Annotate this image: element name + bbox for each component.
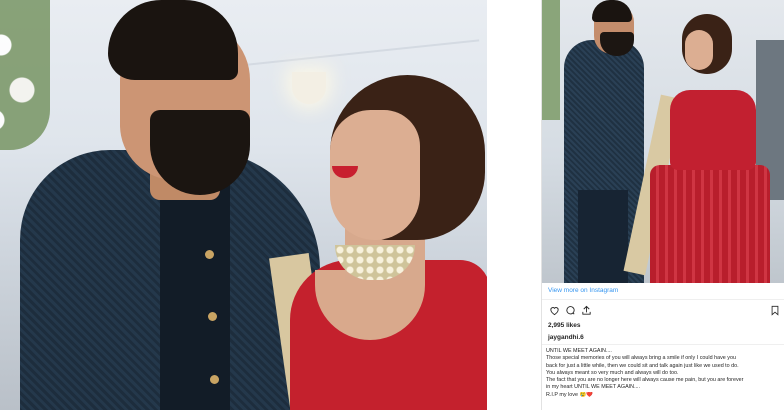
username-link[interactable]: jaygandhi.6 — [548, 334, 584, 341]
share-icon[interactable] — [580, 305, 592, 317]
action-bar — [548, 305, 781, 317]
woman-face — [685, 30, 713, 70]
main-photo — [0, 0, 487, 410]
caption-line: Those special memories of you will alway… — [546, 355, 736, 362]
post-photo[interactable] — [542, 0, 784, 283]
post-caption: UNTIL WE MEET AGAIN.... Those special me… — [546, 348, 782, 399]
instagram-embed: View more on Instagram 2,995 likes jayga… — [541, 0, 784, 410]
woman-skirt — [650, 165, 770, 283]
divider — [542, 344, 784, 345]
caption-line: R.I.P my love 😢❤️ — [546, 391, 593, 398]
man-legs — [578, 190, 628, 283]
flower-decoration — [542, 0, 560, 120]
likes-count[interactable]: 2,995 likes — [548, 322, 581, 329]
caption-line: UNTIL WE MEET AGAIN.... — [546, 348, 612, 354]
jacket-button — [208, 312, 217, 321]
spacer — [487, 0, 541, 410]
caption-line: You always meant so very much and always… — [546, 369, 679, 376]
man-hair — [592, 0, 632, 22]
bookmark-icon[interactable] — [769, 305, 781, 317]
ceiling-light — [292, 72, 326, 104]
caption-line: in my heart UNTIL WE MEET AGAIN.... — [546, 384, 641, 391]
caption-line: The fact that you are no longer here wil… — [546, 377, 744, 384]
man-shirt — [160, 185, 230, 410]
divider — [542, 299, 784, 300]
woman-blouse — [670, 90, 756, 170]
jacket-button — [205, 250, 214, 259]
view-more-link[interactable]: View more on Instagram — [548, 287, 618, 294]
flower-decoration — [0, 0, 50, 150]
comment-icon[interactable] — [564, 305, 576, 317]
caption-line: back for just a little while, then we co… — [546, 362, 739, 369]
heart-icon[interactable] — [548, 305, 560, 317]
man-hair — [108, 0, 238, 80]
jacket-button — [210, 375, 219, 384]
